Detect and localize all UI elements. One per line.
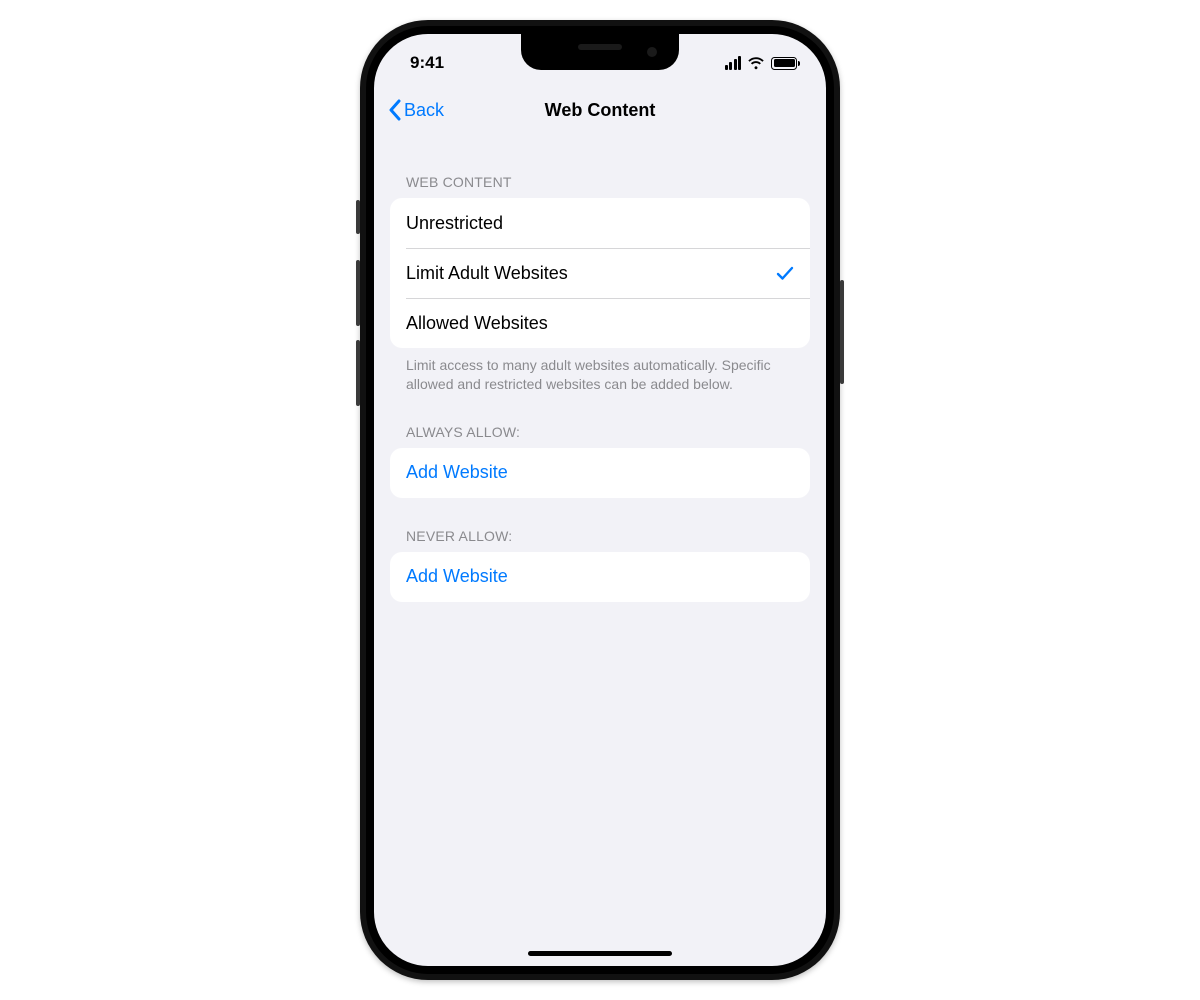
volume-up-button xyxy=(356,260,360,326)
option-limit-adult-websites[interactable]: Limit Adult Websites xyxy=(390,248,810,298)
page-title: Web Content xyxy=(545,100,656,121)
mute-switch xyxy=(356,200,360,234)
checkmark-icon xyxy=(776,264,794,282)
home-indicator[interactable] xyxy=(528,951,672,956)
option-label: Allowed Websites xyxy=(406,313,548,334)
content-area: WEB CONTENT Unrestricted Limit Adult Web… xyxy=(374,152,826,602)
option-unrestricted[interactable]: Unrestricted xyxy=(390,198,810,248)
back-label: Back xyxy=(404,100,444,121)
always-allow-list: Add Website xyxy=(390,448,810,498)
web-content-footer: Limit access to many adult websites auto… xyxy=(390,348,810,394)
add-website-label: Add Website xyxy=(406,462,508,483)
add-website-always-allow[interactable]: Add Website xyxy=(390,448,810,498)
chevron-left-icon xyxy=(388,99,401,121)
option-label: Limit Adult Websites xyxy=(406,263,568,284)
power-button xyxy=(840,280,844,384)
screen: 9:41 xyxy=(374,34,826,966)
section-header-always-allow: ALWAYS ALLOW: xyxy=(390,402,810,448)
section-header-never-allow: NEVER ALLOW: xyxy=(390,506,810,552)
back-button[interactable]: Back xyxy=(388,99,444,121)
section-header-web-content: WEB CONTENT xyxy=(390,152,810,198)
status-indicators xyxy=(725,56,801,70)
status-time: 9:41 xyxy=(410,53,444,73)
volume-down-button xyxy=(356,340,360,406)
add-website-never-allow[interactable]: Add Website xyxy=(390,552,810,602)
web-content-options-list: Unrestricted Limit Adult Websites Allowe… xyxy=(390,198,810,348)
battery-icon xyxy=(771,57,800,70)
navigation-bar: Back Web Content xyxy=(374,88,826,132)
front-camera xyxy=(647,47,657,57)
phone-frame: 9:41 xyxy=(360,20,840,980)
speaker xyxy=(578,44,622,50)
notch xyxy=(521,34,679,70)
add-website-label: Add Website xyxy=(406,566,508,587)
option-allowed-websites[interactable]: Allowed Websites xyxy=(390,298,810,348)
never-allow-list: Add Website xyxy=(390,552,810,602)
phone-bezel: 9:41 xyxy=(366,26,834,974)
wifi-icon xyxy=(747,56,765,70)
option-label: Unrestricted xyxy=(406,213,503,234)
cellular-icon xyxy=(725,56,742,70)
